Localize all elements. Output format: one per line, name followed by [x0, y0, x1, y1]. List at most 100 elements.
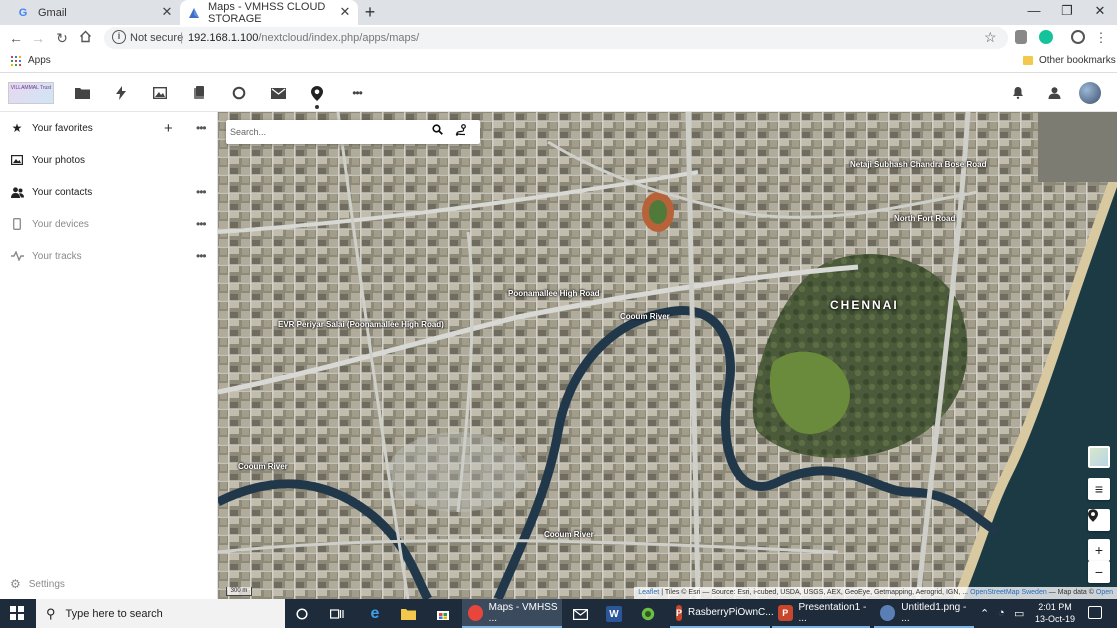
taskbar-search-placeholder: Type here to search: [65, 607, 163, 620]
android-app-icon[interactable]: [638, 604, 658, 624]
minimize-button[interactable]: —: [1021, 2, 1047, 20]
maps-sidebar: ★ Your favorites + ••• Your photos Your …: [0, 112, 218, 599]
settings-button[interactable]: ⚙ Settings: [10, 577, 65, 591]
word-icon[interactable]: W: [604, 604, 624, 624]
tray-chevron-icon[interactable]: ⌃: [980, 607, 989, 620]
sidebar-item-photos[interactable]: Your photos: [0, 144, 218, 176]
tracks-menu-button[interactable]: •••: [196, 249, 207, 263]
url-text: 192.168.1.100/nextcloud/index.php/apps/m…: [188, 32, 420, 44]
zoom-in-button[interactable]: +: [1088, 539, 1110, 561]
more-apps-icon[interactable]: •••: [349, 85, 365, 101]
mail-app-icon[interactable]: [570, 604, 590, 624]
forward-icon[interactable]: →: [28, 28, 48, 48]
street-label: Poonamallee High Road: [508, 289, 600, 298]
taskbar-clock[interactable]: 2:01 PM 13-Oct-19: [1032, 601, 1078, 625]
search-icon: ⚲: [46, 605, 56, 621]
tab-gmail[interactable]: G Gmail ✕: [8, 0, 180, 25]
street-label: North Fort Road: [894, 214, 956, 223]
battery-icon[interactable]: ▭: [1014, 607, 1024, 620]
files-app-icon[interactable]: [74, 85, 90, 101]
network-icon[interactable]: ◔: [998, 607, 1005, 619]
sidebar-item-label: Your contacts: [32, 186, 93, 198]
notification-center-icon[interactable]: [1088, 606, 1102, 619]
river-label: Cooum River: [544, 530, 594, 539]
street-label: Netaji Subhash Chandra Bose Road: [850, 160, 987, 169]
other-bookmarks[interactable]: Other bookmarks: [1039, 55, 1116, 66]
sidebar-item-label: Your favorites: [32, 122, 93, 134]
windows-taskbar: ⚲ Type here to search e Maps - VMHSS ...…: [0, 599, 1117, 628]
bookmark-star-icon[interactable]: ☆: [984, 29, 997, 46]
layers-menu-button[interactable]: ≡: [1088, 478, 1110, 500]
zoom-out-button[interactable]: −: [1088, 561, 1110, 583]
cortana-icon[interactable]: [292, 604, 312, 624]
taskbar-app-label: RasberryPiOwnC...: [688, 607, 774, 618]
open-link[interactable]: Open: [1096, 589, 1113, 596]
contacts-icon: [10, 185, 24, 199]
mail-icon[interactable]: [270, 85, 286, 101]
profile-icon[interactable]: [1071, 30, 1085, 44]
satellite-map[interactable]: CHENNAI Poonamallee High Road EVR Periya…: [218, 112, 1117, 599]
windows-start-icon[interactable]: [10, 606, 24, 620]
sidebar-item-favorites[interactable]: ★ Your favorites + •••: [0, 112, 218, 144]
notifications-icon[interactable]: [1010, 85, 1026, 101]
task-view-icon[interactable]: [327, 604, 347, 624]
close-tab-icon[interactable]: ✕: [160, 5, 174, 19]
taskbar-app-powerpoint-1[interactable]: P RasberryPiOwnC...: [670, 599, 774, 628]
taskbar-search[interactable]: ⚲ Type here to search: [36, 599, 285, 628]
sidebar-item-label: Your photos: [32, 154, 86, 166]
close-tab-icon[interactable]: ✕: [338, 5, 352, 19]
sidebar-item-tracks[interactable]: Your tracks •••: [0, 240, 218, 272]
new-tab-button[interactable]: +: [360, 2, 380, 23]
maps-icon[interactable]: [309, 85, 325, 109]
maximize-button[interactable]: ❐: [1054, 2, 1080, 20]
map-imagery: [218, 112, 1117, 599]
deck-icon[interactable]: [191, 85, 207, 101]
talk-icon[interactable]: [231, 85, 247, 101]
route-icon[interactable]: [455, 124, 471, 140]
divider: |: [180, 30, 184, 44]
reload-icon[interactable]: ↻: [52, 28, 72, 48]
search-icon[interactable]: [432, 124, 448, 140]
tab-maps[interactable]: Maps - VMHSS CLOUD STORAGE ✕: [180, 0, 358, 25]
tab-title: Maps - VMHSS CLOUD STORAGE: [208, 0, 326, 25]
contacts-icon[interactable]: [1046, 85, 1062, 101]
osm-link[interactable]: OpenStreetMap Sweden: [970, 589, 1047, 596]
map-search-input[interactable]: [230, 124, 420, 140]
devices-menu-button[interactable]: •••: [196, 217, 207, 231]
image-icon: [10, 153, 24, 167]
clock-date: 13-Oct-19: [1034, 614, 1076, 624]
taskbar-app-paint[interactable]: Untitled1.png - ...: [874, 599, 974, 628]
sidebar-item-devices[interactable]: Your devices •••: [0, 208, 218, 240]
grammarly-icon[interactable]: [1039, 30, 1053, 44]
apps-bookmark[interactable]: Apps: [28, 55, 51, 66]
back-icon[interactable]: ←: [6, 28, 26, 48]
file-explorer-icon[interactable]: [398, 604, 418, 624]
activity-icon[interactable]: [113, 85, 129, 101]
layer-switcher-thumbnail[interactable]: [1088, 446, 1110, 468]
extension-shield-icon[interactable]: [1015, 30, 1027, 44]
add-favorite-button[interactable]: +: [164, 120, 173, 137]
apps-grid-icon[interactable]: [11, 56, 21, 66]
maps-tab-icon: [188, 6, 200, 20]
taskbar-app-powerpoint-2[interactable]: P Presentation1 - ...: [772, 599, 870, 628]
taskbar-app-label: Maps - VMHSS ...: [488, 601, 558, 624]
store-icon[interactable]: [433, 604, 453, 624]
home-icon[interactable]: [75, 28, 95, 48]
close-window-button[interactable]: ✕: [1087, 2, 1113, 20]
street-label: EVR Periyar Salai (Poonamallee High Road…: [278, 320, 444, 329]
logo[interactable]: VILLAMMAL Trust: [8, 82, 54, 104]
favorites-menu-button[interactable]: •••: [196, 121, 207, 135]
browser-tab-strip: G Gmail ✕ Maps - VMHSS CLOUD STORAGE ✕ +…: [0, 0, 1117, 25]
photos-icon[interactable]: [152, 85, 168, 101]
info-icon[interactable]: i: [112, 30, 126, 44]
leaflet-link[interactable]: Leaflet: [638, 589, 659, 596]
avatar[interactable]: [1079, 82, 1101, 104]
locate-icon[interactable]: [1088, 509, 1110, 531]
contacts-menu-button[interactable]: •••: [196, 185, 207, 199]
edge-icon[interactable]: e: [365, 604, 385, 624]
star-icon: ★: [11, 121, 23, 135]
sidebar-item-contacts[interactable]: Your contacts •••: [0, 176, 218, 208]
address-bar[interactable]: i Not secure | 192.168.1.100/nextcloud/i…: [104, 27, 1008, 49]
browser-menu-icon[interactable]: ⋮: [1091, 28, 1111, 48]
taskbar-app-chrome[interactable]: Maps - VMHSS ...: [462, 599, 562, 628]
